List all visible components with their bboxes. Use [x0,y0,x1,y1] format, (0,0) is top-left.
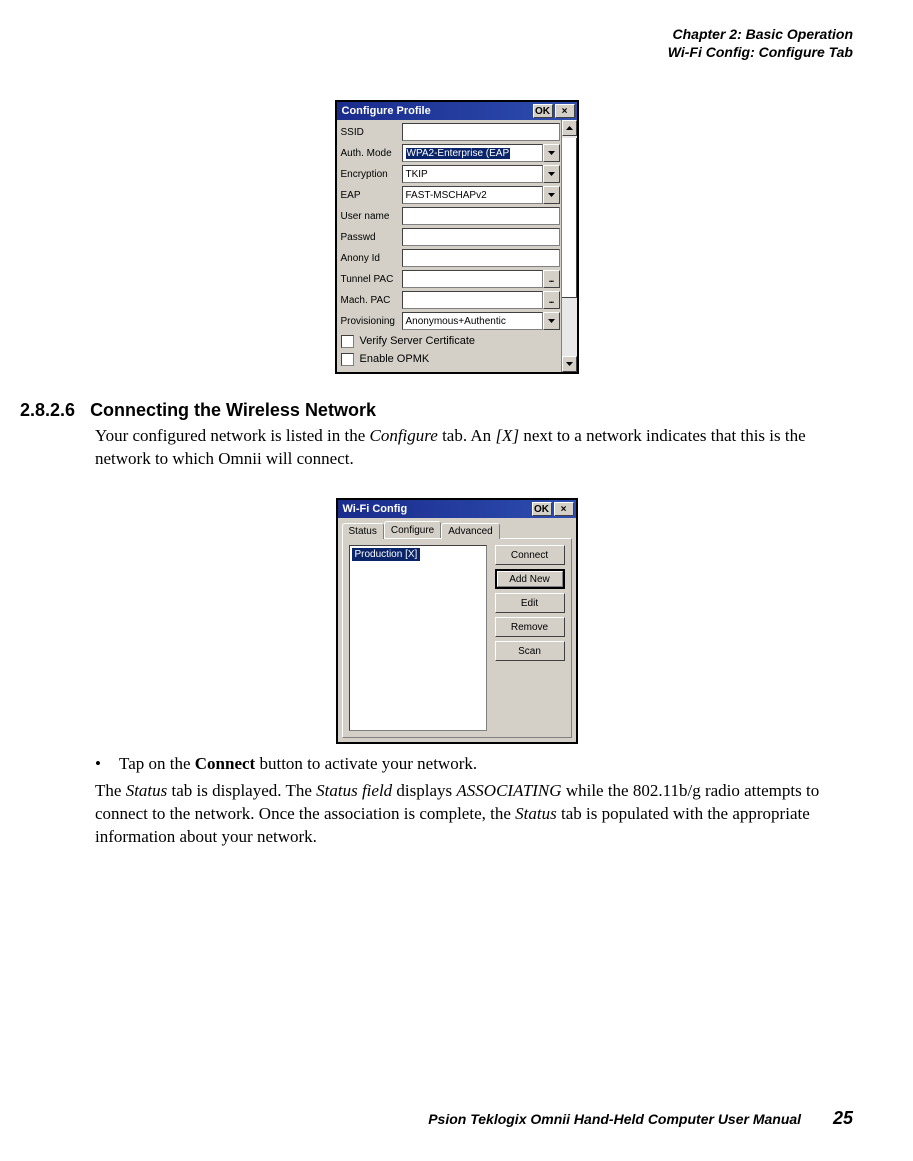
status-paragraph: The Status tab is displayed. The Status … [95,780,853,849]
chevron-down-icon[interactable] [543,312,560,330]
verify-server-cert-checkbox[interactable] [341,335,354,348]
section-heading: 2.8.2.6 Connecting the Wireless Network [20,400,893,421]
ok-button[interactable]: OK [533,104,553,118]
connect-bullet: •Tap on the Connect button to activate y… [95,754,893,774]
bullet-icon: • [95,754,119,774]
username-label: User name [337,211,402,222]
password-input[interactable] [402,228,560,246]
chevron-down-icon[interactable] [543,186,560,204]
section-number: 2.8.2.6 [20,400,75,420]
tab-status[interactable]: Status [342,523,384,539]
ok-button[interactable]: OK [532,502,552,516]
configure-profile-figure: Configure Profile OK × SSID Auth. ModeWP… [20,100,893,379]
mach-pac-browse-button[interactable]: ... [543,291,560,309]
page-number: 25 [833,1108,853,1129]
tab-strip: Status Configure Advanced [338,518,576,538]
configure-tab-panel: Production [X] Connect Add New Edit Remo… [342,538,572,738]
profiles-listbox[interactable]: Production [X] [349,545,487,731]
wifi-config-dialog: Wi-Fi Config OK × Status Configure Advan… [336,498,578,744]
provisioning-dropdown[interactable]: Anonymous+Authentic [402,312,543,330]
ssid-input[interactable] [402,123,560,141]
scroll-down-icon[interactable] [562,356,577,372]
username-input[interactable] [402,207,560,225]
tunnel-pac-browse-button[interactable]: ... [543,270,560,288]
remove-button[interactable]: Remove [495,617,565,637]
close-button[interactable]: × [555,104,575,118]
add-new-button[interactable]: Add New [495,569,565,589]
verify-server-cert-label: Verify Server Certificate [360,335,476,347]
tab-configure[interactable]: Configure [384,521,441,538]
enable-opmk-checkbox[interactable] [341,353,354,366]
encryption-dropdown[interactable]: TKIP [402,165,543,183]
dialog-title: Configure Profile [342,105,431,117]
scrollbar-thumb[interactable] [562,138,577,298]
tab-advanced[interactable]: Advanced [441,523,499,539]
anony-id-input[interactable] [402,249,560,267]
page-header-section: Wi-Fi Config: Configure Tab [668,44,853,62]
mach-pac-label: Mach. PAC [337,295,402,306]
provisioning-label: Provisioning [337,316,402,327]
anony-id-label: Anony Id [337,253,402,264]
page-header: Chapter 2: Basic Operation Wi-Fi Config:… [668,26,853,61]
title-bar: Configure Profile OK × [337,102,577,120]
profile-item-selected[interactable]: Production [X] [352,548,421,561]
section-title: Connecting the Wireless Network [90,400,376,420]
tunnel-pac-label: Tunnel PAC [337,274,402,285]
password-label: Passwd [337,232,402,243]
enable-opmk-label: Enable OPMK [360,353,430,365]
title-bar: Wi-Fi Config OK × [338,500,576,518]
auth-mode-label: Auth. Mode [337,148,402,159]
edit-button[interactable]: Edit [495,593,565,613]
mach-pac-input[interactable] [402,291,543,309]
page-header-chapter: Chapter 2: Basic Operation [668,26,853,44]
chevron-down-icon[interactable] [543,165,560,183]
wifi-config-figure: Wi-Fi Config OK × Status Configure Advan… [20,498,893,749]
vertical-scrollbar[interactable] [561,120,577,372]
ssid-label: SSID [337,127,402,138]
close-button[interactable]: × [554,502,574,516]
footer-text: Psion Teklogix Omnii Hand-Held Computer … [428,1111,801,1127]
configure-profile-dialog: Configure Profile OK × SSID Auth. ModeWP… [335,100,579,374]
dialog-title: Wi-Fi Config [343,503,408,515]
auth-mode-dropdown[interactable]: WPA2-Enterprise (EAP [402,144,543,162]
scroll-up-icon[interactable] [562,120,577,136]
eap-dropdown[interactable]: FAST-MSCHAPv2 [402,186,543,204]
intro-paragraph: Your configured network is listed in the… [95,425,853,471]
connect-button[interactable]: Connect [495,545,565,565]
page-footer: Psion Teklogix Omnii Hand-Held Computer … [428,1108,853,1129]
tunnel-pac-input[interactable] [402,270,543,288]
encryption-label: Encryption [337,169,402,180]
chevron-down-icon[interactable] [543,144,560,162]
eap-label: EAP [337,190,402,201]
scan-button[interactable]: Scan [495,641,565,661]
scrollbar-track[interactable] [562,136,577,356]
